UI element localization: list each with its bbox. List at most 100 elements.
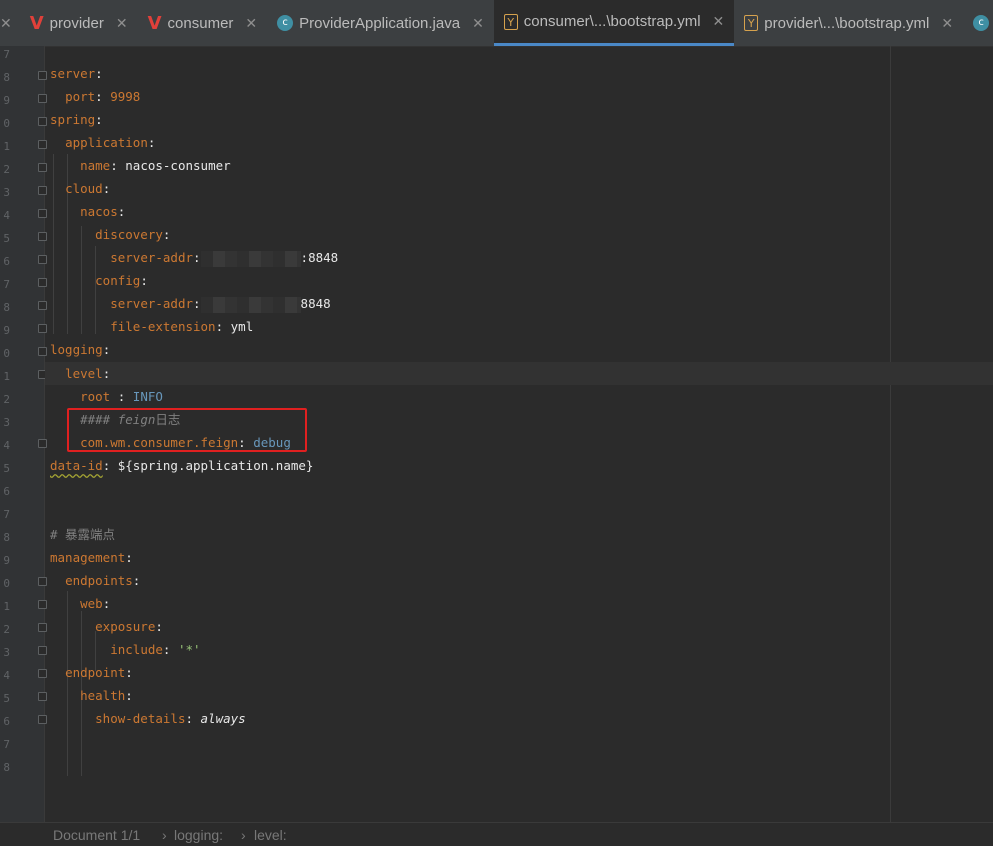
yaml-key: nacos [80, 204, 118, 219]
code-line[interactable]: logging: [50, 338, 110, 361]
yaml-separator: : [155, 619, 163, 634]
line-number-gutter[interactable]: 7 8 9 0 1 2 3 4 5 6 7 8 9 0 1 2 3 4 5 6 … [0, 46, 47, 822]
code-line[interactable]: spring: [50, 108, 103, 131]
close-icon[interactable]: ✕ [245, 15, 257, 32]
vue-icon: V [147, 12, 162, 34]
yaml-separator: : [117, 204, 126, 219]
yaml-separator: : [215, 319, 231, 334]
yaml-separator: : [95, 112, 103, 127]
line-number: 3 [3, 416, 10, 429]
code-line[interactable]: exposure: [50, 615, 163, 638]
vue-icon: V [29, 12, 44, 34]
line-number: 3 [3, 186, 10, 199]
yaml-separator: : [193, 296, 201, 311]
code-line[interactable]: root : INFO [50, 385, 163, 408]
line-number: 5 [3, 462, 10, 475]
yaml-key: level [65, 366, 103, 381]
yaml-separator: : [125, 665, 133, 680]
line-number: 3 [3, 646, 10, 659]
code-line[interactable]: # 暴露端点 [50, 523, 115, 546]
yaml-key: web [80, 596, 103, 611]
yaml-separator: : [140, 273, 148, 288]
code-line[interactable]: nacos: [50, 200, 125, 223]
code-line[interactable]: endpoint: [50, 661, 133, 684]
yaml-separator: : [125, 550, 133, 565]
code-line[interactable]: management: [50, 546, 133, 569]
yaml-key: health [80, 688, 126, 703]
yaml-key: show-details [95, 711, 186, 726]
code-line[interactable]: application: [50, 131, 155, 154]
code-line[interactable]: data-id: ${spring.application.name} [50, 454, 313, 477]
yaml-separator: : [185, 711, 201, 726]
yaml-key: server [50, 66, 96, 81]
tab-fe[interactable]: c Fe [963, 0, 993, 46]
close-icon[interactable]: ✕ [713, 13, 725, 30]
tab-provider[interactable]: V provider ✕ [20, 0, 138, 46]
code-line[interactable]: discovery: [50, 223, 170, 246]
line-number: 2 [3, 623, 10, 636]
breadcrumb: Document 1/1 › logging: › level: [0, 822, 993, 844]
code-line[interactable]: level: [50, 362, 110, 385]
yaml-separator: : [102, 181, 111, 196]
yaml-value: ${spring.application.name} [117, 458, 314, 473]
close-icon[interactable]: ✕ [941, 15, 953, 32]
tab-label: provider [49, 14, 104, 32]
yaml-value: 9998 [110, 89, 141, 104]
line-number: 9 [3, 94, 10, 107]
yaml-key: include [110, 642, 163, 657]
close-icon[interactable]: ✕ [472, 15, 484, 32]
code-line[interactable]: port: 9998 [50, 85, 140, 108]
close-icon[interactable]: ✕ [116, 15, 128, 32]
code-line[interactable]: health: [50, 684, 133, 707]
yaml-key: management [50, 550, 126, 565]
code-line[interactable]: name: nacos-consumer [50, 154, 231, 177]
code-editor[interactable]: server: port: 9998 spring: application: … [45, 46, 993, 822]
code-line[interactable]: cloud: [50, 177, 110, 200]
line-number: 9 [3, 324, 10, 337]
yaml-key: file-extension [110, 319, 216, 334]
line-number: 8 [3, 301, 10, 314]
yaml-key: discovery [95, 227, 163, 242]
yaml-value: nacos-consumer [125, 158, 231, 173]
code-line[interactable]: server-addr::8848 [50, 246, 338, 269]
code-line[interactable]: config: [50, 269, 148, 292]
redacted-address [200, 296, 301, 313]
code-line[interactable]: server-addr: 8848 [50, 292, 331, 315]
line-number: 2 [3, 393, 10, 406]
code-line[interactable]: endpoints: [50, 569, 140, 592]
tab-consumer[interactable]: V consumer ✕ [138, 0, 268, 46]
line-number: 7 [3, 508, 10, 521]
tab-provider-application[interactable]: c ProviderApplication.java ✕ [267, 0, 494, 46]
yaml-value: always [200, 711, 246, 726]
tab-overflow[interactable]: ✕ [0, 0, 20, 46]
yaml-key: logging [50, 342, 103, 357]
tab-provider-bootstrap[interactable]: Y provider\...\bootstrap.yml ✕ [734, 0, 963, 46]
line-number: 0 [3, 577, 10, 590]
yaml-key: exposure [95, 619, 156, 634]
code-line[interactable]: file-extension: yml [50, 315, 253, 338]
redacted-address [200, 250, 301, 267]
line-number: 4 [3, 209, 10, 222]
line-number: 8 [3, 531, 10, 544]
yaml-key: endpoints [65, 573, 133, 588]
yaml-separator: : [102, 458, 118, 473]
code-line[interactable]: include: '*' [50, 638, 200, 661]
line-number: 1 [3, 370, 10, 383]
close-icon[interactable]: ✕ [0, 15, 12, 32]
line-number: 7 [3, 278, 10, 291]
yaml-key: data-id [50, 458, 103, 473]
yaml-key: server-addr [110, 296, 194, 311]
line-number: 8 [3, 761, 10, 774]
yaml-key: port [65, 89, 96, 104]
line-number: 9 [3, 554, 10, 567]
yaml-key: config [95, 273, 141, 288]
code-line[interactable]: show-details: always [50, 707, 246, 730]
yaml-key: spring [50, 112, 96, 127]
tab-consumer-bootstrap[interactable]: Y consumer\...\bootstrap.yml ✕ [493, 0, 735, 46]
code-line[interactable]: server: [50, 62, 103, 85]
yaml-separator: : [162, 642, 178, 657]
yaml-separator: : [95, 89, 111, 104]
yaml-key: root [80, 389, 111, 404]
yaml-separator: : [110, 158, 126, 173]
code-line[interactable]: web: [50, 592, 110, 615]
